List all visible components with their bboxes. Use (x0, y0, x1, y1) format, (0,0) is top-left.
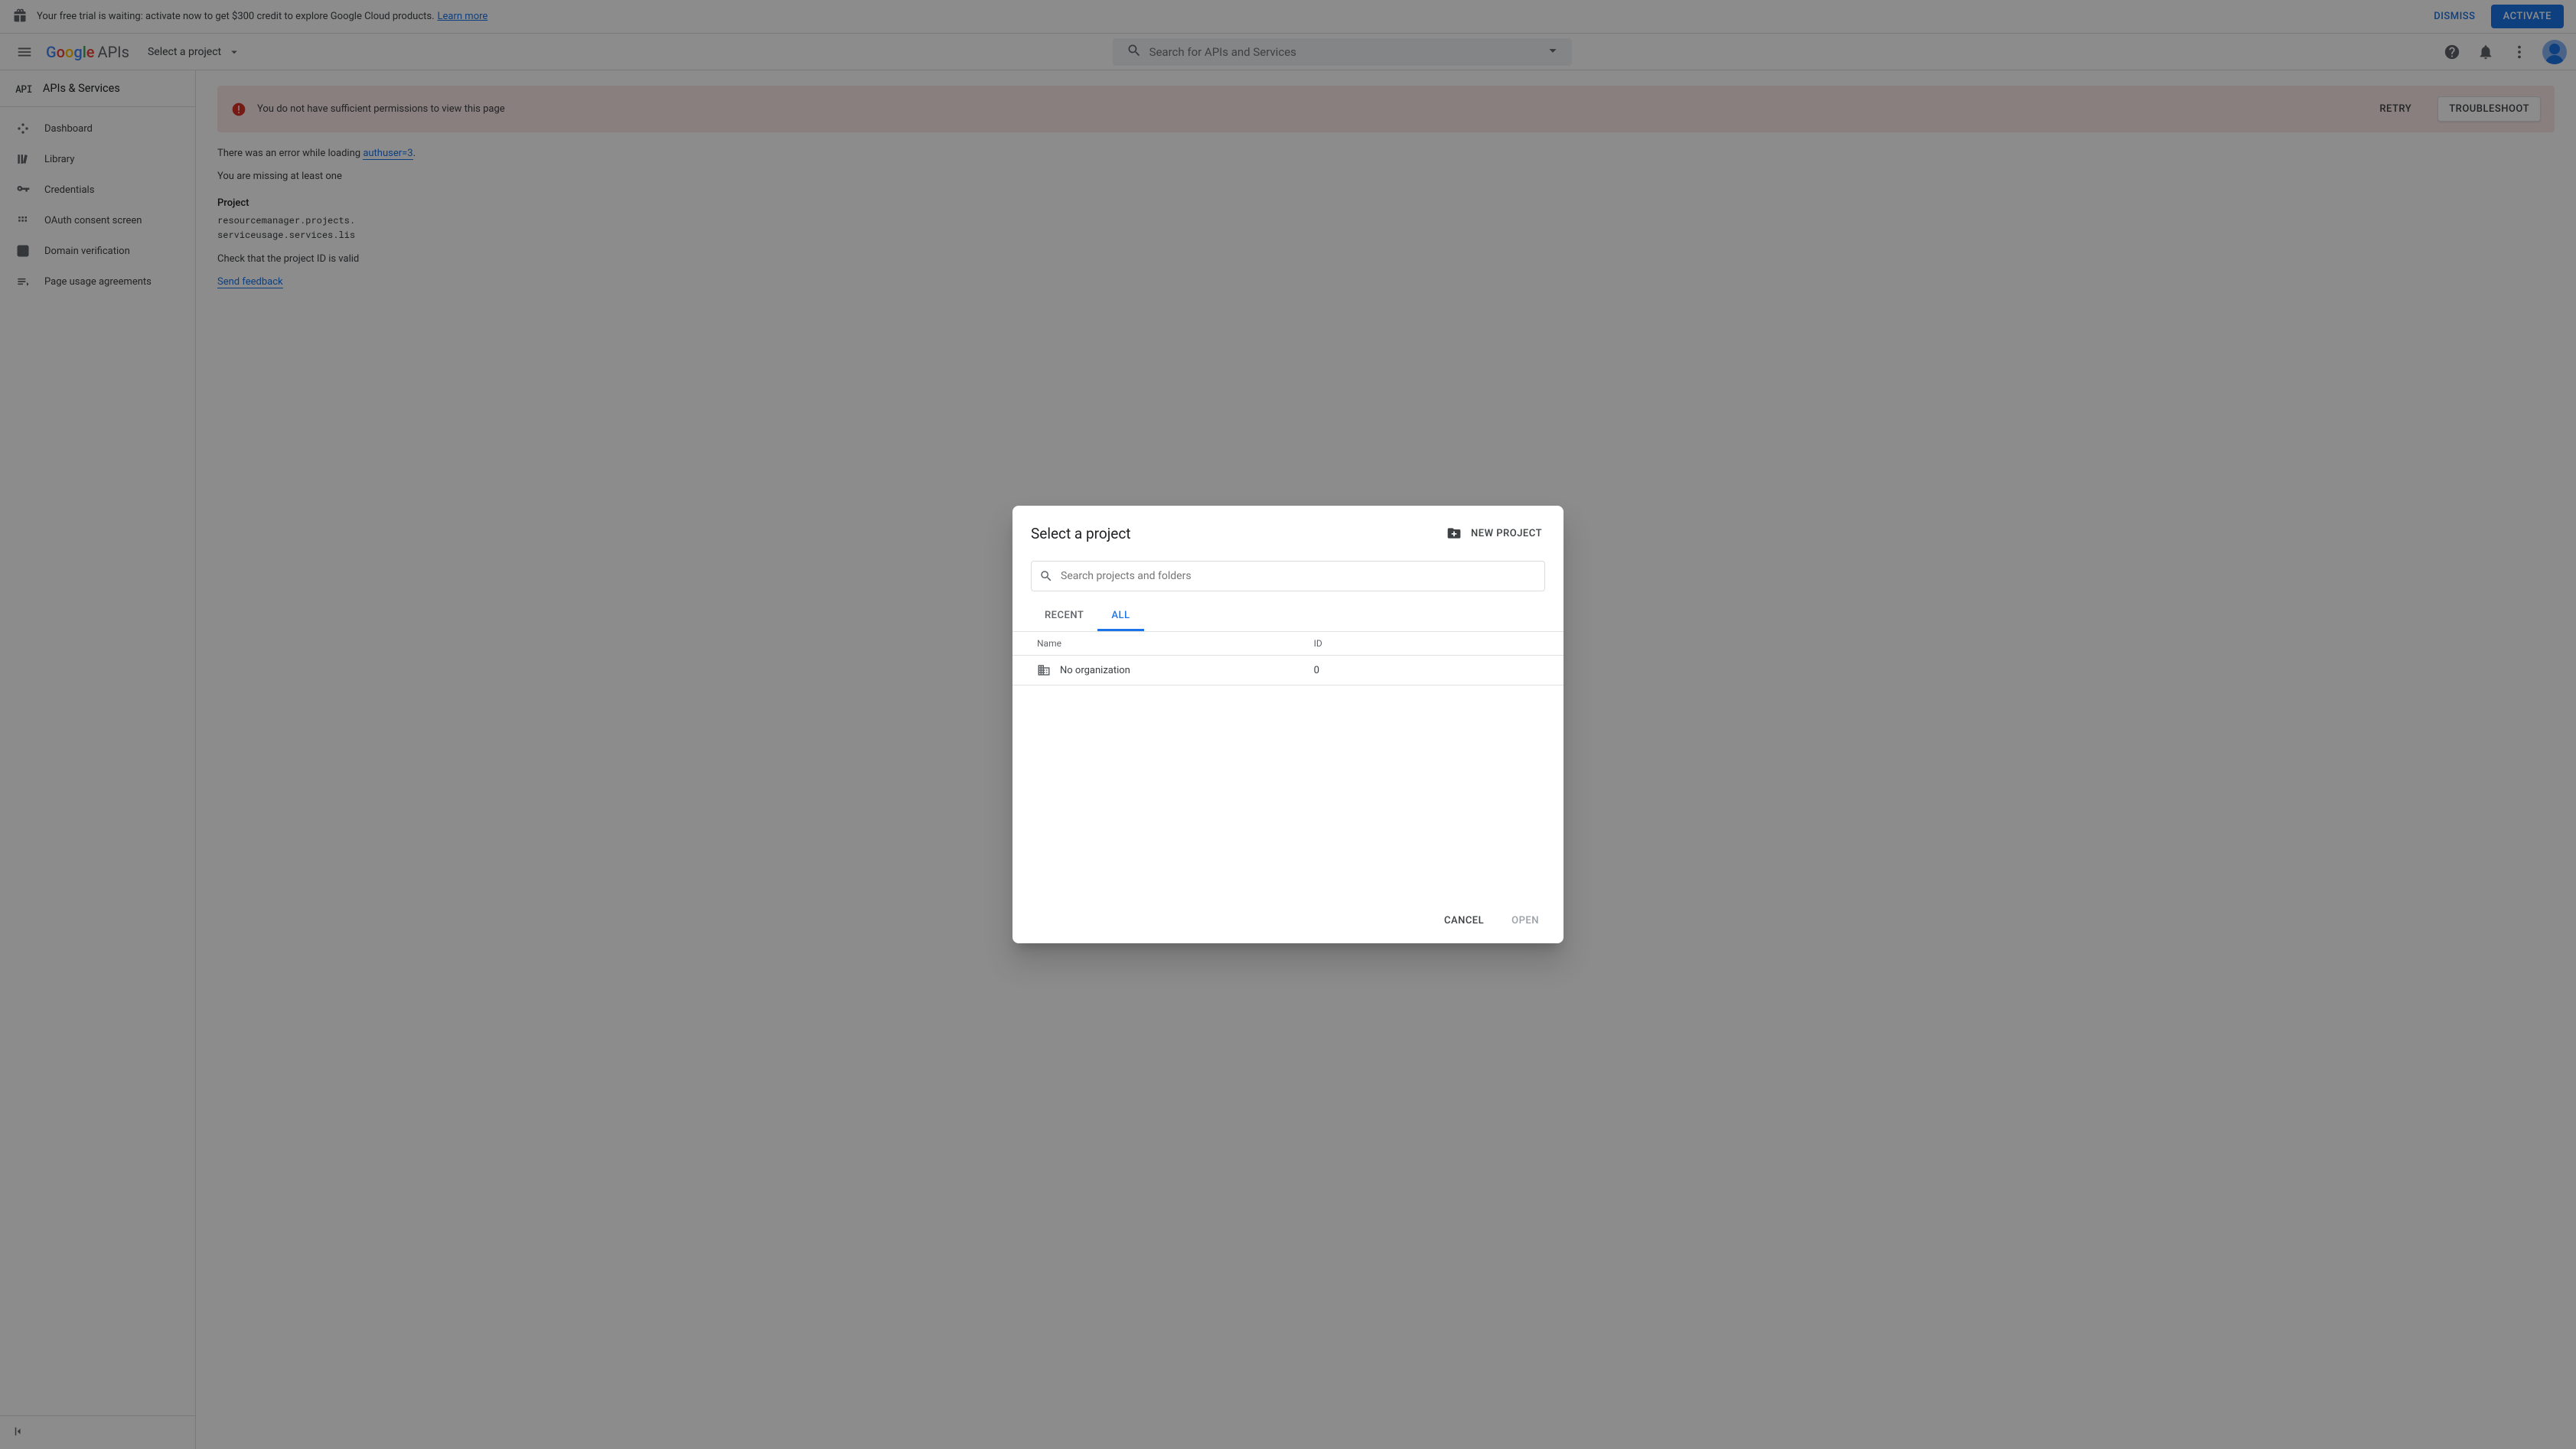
column-header-name: Name (1031, 638, 1314, 649)
modal-search-input[interactable] (1061, 570, 1537, 582)
modal-title: Select a project (1031, 525, 1434, 542)
org-row-id: 0 (1314, 665, 1319, 676)
search-icon (1039, 569, 1053, 583)
modal-search-box[interactable] (1031, 561, 1545, 591)
organization-row[interactable]: No organization 0 (1012, 656, 1564, 685)
modal-tabs: RECENT ALL (1012, 602, 1564, 632)
org-row-name: No organization (1060, 665, 1130, 676)
tab-all[interactable]: ALL (1097, 602, 1143, 631)
new-folder-icon (1446, 526, 1462, 541)
modal-table-header: Name ID (1012, 632, 1564, 656)
organization-icon (1037, 663, 1051, 677)
open-button[interactable]: OPEN (1499, 907, 1551, 934)
new-project-button[interactable]: NEW PROJECT (1443, 521, 1545, 545)
column-header-id: ID (1314, 638, 1545, 649)
tab-recent[interactable]: RECENT (1031, 602, 1097, 631)
select-project-modal: Select a project NEW PROJECT RECENT ALL … (1012, 506, 1564, 943)
cancel-button[interactable]: CANCEL (1432, 907, 1496, 934)
new-project-label: NEW PROJECT (1471, 528, 1542, 539)
